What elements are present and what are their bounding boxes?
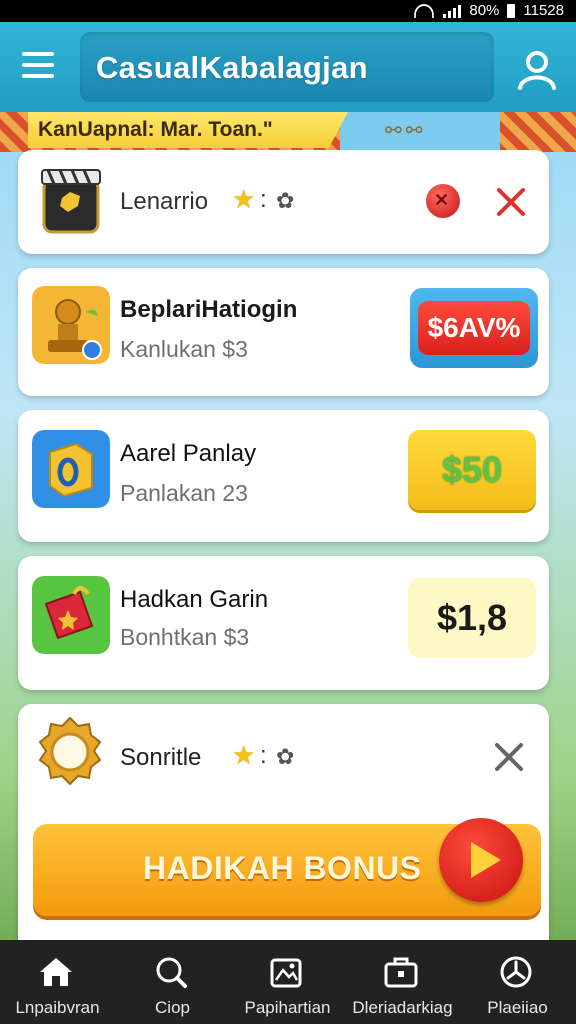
golden-mirror-icon bbox=[38, 716, 102, 786]
gift-bag-icon bbox=[32, 576, 110, 654]
star-icon: ★ bbox=[232, 184, 256, 214]
list-item[interactable]: Aarel Panlay Panlakan 23 $50 bbox=[18, 410, 549, 542]
nav-label: Ciop bbox=[155, 998, 190, 1017]
clapperboard-icon bbox=[41, 169, 101, 234]
nav-item-clock[interactable]: Plaeiiao bbox=[460, 940, 575, 1024]
app-header: CasualKabalagjan bbox=[0, 22, 576, 112]
item-name: Hadkan Garin bbox=[120, 586, 269, 613]
clover-icon: ✿ bbox=[276, 188, 295, 213]
menu-icon[interactable] bbox=[22, 52, 54, 78]
bonus-button[interactable]: HADIKAH BONUS bbox=[33, 818, 541, 916]
bonus-button-label: HADIKAH BONUS bbox=[143, 850, 422, 886]
nav-item-briefcase[interactable]: Dleriadarkiag bbox=[345, 940, 460, 1024]
signal-icon bbox=[443, 4, 462, 18]
status-bar: 80% 11528 bbox=[0, 0, 576, 22]
price-button[interactable]: $50 bbox=[408, 430, 536, 510]
item-subtitle: Bonhtkan $3 bbox=[120, 624, 250, 650]
briefcase-icon bbox=[384, 957, 418, 988]
play-icon bbox=[439, 818, 523, 902]
close-icon[interactable] bbox=[494, 185, 528, 219]
clock-icon bbox=[500, 956, 532, 988]
nav-item-home[interactable]: Lnpaibvran bbox=[0, 940, 115, 1024]
nav-label: Lnpaibvran bbox=[15, 998, 100, 1017]
nav-label: Papihartian bbox=[244, 998, 331, 1017]
clover-icon: ✿ bbox=[276, 744, 295, 769]
item-name: BeplariHatiogin bbox=[120, 296, 298, 323]
app-title: CasualKabalagjan bbox=[96, 50, 368, 85]
title-box: CasualKabalagjan bbox=[80, 32, 494, 102]
battery-icon bbox=[507, 3, 516, 18]
list-item[interactable]: Lenarrio ★ : ✿ ✕ bbox=[18, 150, 549, 254]
item-subtitle: Kanlukan $3 bbox=[120, 336, 248, 362]
item-name: Lenarrio bbox=[120, 188, 209, 215]
promo-banner[interactable]: ⚯⚯ KanUapnal: Mar. Toan." bbox=[0, 112, 576, 152]
price-label: $6AV% bbox=[418, 301, 530, 355]
price-label: $50 bbox=[441, 449, 503, 490]
star-icon: ★ bbox=[232, 740, 256, 770]
home-icon bbox=[40, 958, 72, 986]
nav-label: Plaeiiao bbox=[487, 998, 548, 1017]
item-name: Aarel Panlay bbox=[120, 440, 257, 467]
nav-label: Dleriadarkiag bbox=[352, 998, 453, 1017]
nav-item-gallery[interactable]: Papihartian bbox=[230, 940, 345, 1024]
ring-box-icon bbox=[32, 430, 110, 508]
price-label: $1,8 bbox=[436, 597, 508, 638]
record-icon[interactable]: ✕ bbox=[426, 184, 460, 218]
item-name: Sonritle bbox=[120, 744, 202, 771]
battery-percent: 80% bbox=[469, 2, 500, 19]
price-button[interactable]: $6AV% bbox=[410, 288, 538, 368]
search-icon bbox=[156, 957, 187, 988]
star-separator: : bbox=[260, 186, 267, 213]
chain-icon: ⚯⚯ bbox=[385, 120, 427, 142]
trophy-icon bbox=[32, 286, 110, 364]
close-icon[interactable] bbox=[492, 740, 526, 774]
profile-icon[interactable] bbox=[516, 48, 558, 90]
gallery-icon bbox=[270, 958, 302, 988]
status-time: 11528 bbox=[523, 2, 564, 19]
wifi-icon bbox=[414, 3, 435, 18]
nav-item-search[interactable]: Ciop bbox=[115, 940, 230, 1024]
bottom-nav: Lnpaibvran Ciop Papihartian Dleriadarkia… bbox=[0, 940, 576, 1024]
list-item[interactable]: BeplariHatiogin Kanlukan $3 $6AV% bbox=[18, 268, 549, 396]
star-separator: : bbox=[260, 742, 267, 769]
list-item[interactable]: Hadkan Garin Bonhtkan $3 $1,8 bbox=[18, 556, 549, 690]
item-subtitle: Panlakan 23 bbox=[120, 480, 248, 506]
price-button[interactable]: $1,8 bbox=[408, 578, 536, 658]
banner-text: KanUapnal: Mar. Toan." bbox=[38, 118, 273, 141]
